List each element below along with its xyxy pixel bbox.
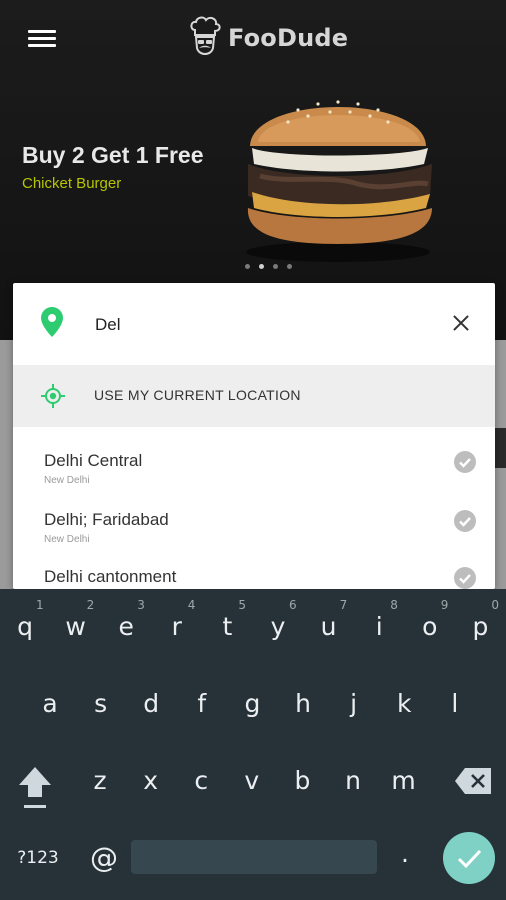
key-number-hint: 3 — [137, 598, 145, 612]
key-number-hint: 8 — [390, 598, 398, 612]
result-subtitle: New Delhi — [44, 475, 90, 486]
chef-logo-icon — [190, 16, 221, 55]
key-number-hint: 7 — [339, 598, 348, 612]
location-result-item[interactable]: Delhi cantonment — [13, 559, 495, 589]
check-circle-icon — [454, 510, 476, 532]
key-m[interactable]: m — [380, 751, 428, 811]
key-l[interactable]: l — [431, 674, 479, 734]
result-subtitle: New Delhi — [44, 534, 90, 545]
check-circle-icon — [454, 567, 476, 589]
key-j[interactable]: j — [330, 674, 378, 734]
gps-target-icon — [41, 384, 65, 408]
key-number-hint: 2 — [86, 598, 95, 612]
at-key[interactable]: @ — [80, 828, 128, 888]
close-icon[interactable] — [451, 313, 471, 333]
key-number-hint: 1 — [36, 598, 44, 612]
location-search-input[interactable] — [93, 309, 427, 341]
enter-key[interactable] — [443, 832, 495, 884]
space-key[interactable] — [131, 840, 377, 874]
key-number-hint: 0 — [491, 598, 500, 612]
key-c[interactable]: c — [177, 751, 225, 811]
key-d[interactable]: d — [127, 674, 175, 734]
carousel-dot[interactable] — [245, 264, 250, 269]
key-n[interactable]: n — [329, 751, 377, 811]
result-name: Delhi; Faridabad — [44, 510, 169, 529]
key-f[interactable]: f — [178, 674, 226, 734]
carousel-indicator[interactable] — [245, 264, 292, 269]
key-s[interactable]: s — [77, 674, 125, 734]
check-circle-icon — [454, 451, 476, 473]
key-b[interactable]: b — [278, 751, 326, 811]
enter-check-icon — [457, 849, 482, 869]
burger-image — [246, 100, 432, 262]
brand-name: FooDude — [228, 24, 349, 52]
key-g[interactable]: g — [228, 674, 276, 734]
promo-title: Buy 2 Get 1 Free — [22, 142, 204, 168]
search-row — [13, 283, 495, 365]
promo-subtitle: Chicket Burger — [22, 175, 122, 192]
location-result-item[interactable]: Delhi Central New Delhi — [13, 443, 495, 501]
location-pin-icon — [41, 307, 63, 337]
current-location-label: USE MY CURRENT LOCATION — [94, 387, 301, 403]
key-number-hint: 4 — [187, 598, 196, 612]
key-k[interactable]: k — [380, 674, 428, 734]
key-number-hint: 6 — [289, 598, 297, 612]
brand-logo: FooDude — [188, 14, 348, 62]
key-a[interactable]: a — [26, 674, 74, 734]
location-search-card: USE MY CURRENT LOCATION Delhi Central Ne… — [13, 283, 495, 589]
key-number-hint: 9 — [440, 598, 449, 612]
key-v[interactable]: v — [228, 751, 276, 811]
location-result-item[interactable]: Delhi; Faridabad New Delhi — [13, 502, 495, 560]
period-key[interactable]: . — [381, 824, 429, 884]
key-z[interactable]: z — [76, 751, 124, 811]
symbols-key[interactable]: ?123 — [13, 828, 63, 888]
carousel-dot-active[interactable] — [259, 264, 264, 269]
carousel-dot[interactable] — [273, 264, 278, 269]
result-name: Delhi cantonment — [44, 567, 177, 586]
key-x[interactable]: x — [127, 751, 175, 811]
shift-icon[interactable] — [17, 765, 53, 811]
backspace-icon[interactable] — [455, 768, 491, 794]
carousel-dot[interactable] — [287, 264, 292, 269]
use-current-location-button[interactable]: USE MY CURRENT LOCATION — [13, 365, 495, 427]
result-name: Delhi Central — [44, 451, 143, 470]
menu-icon[interactable] — [28, 28, 56, 50]
key-h[interactable]: h — [279, 674, 327, 734]
key-number-hint: 5 — [238, 598, 247, 612]
